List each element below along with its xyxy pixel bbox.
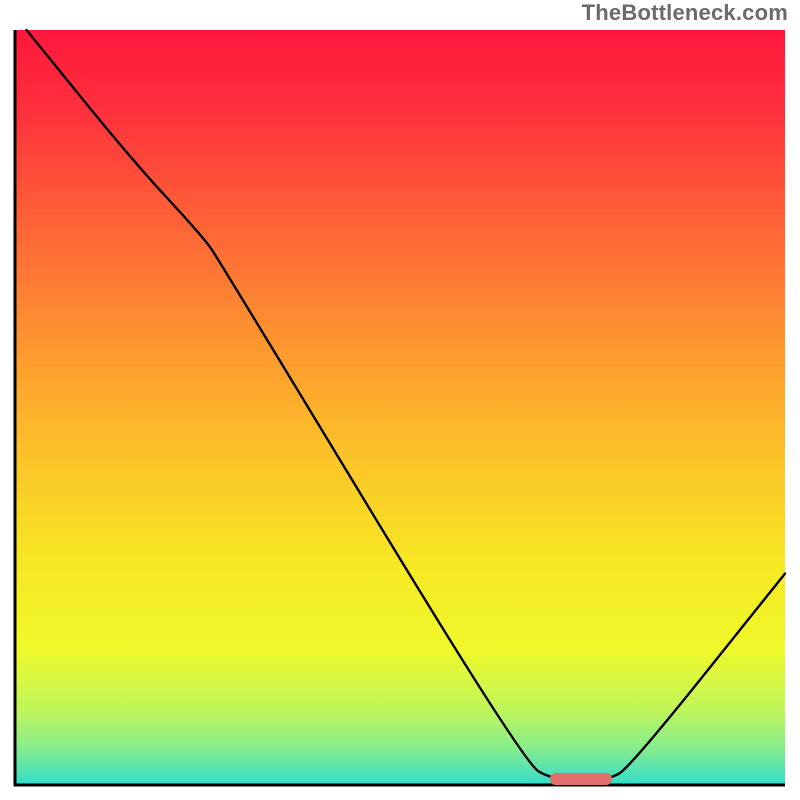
watermark-text: TheBottleneck.com bbox=[582, 0, 788, 26]
chart-container: TheBottleneck.com bbox=[0, 0, 800, 800]
bottleneck-chart bbox=[0, 0, 800, 800]
optimal-region-marker bbox=[550, 773, 612, 785]
plot-background bbox=[15, 30, 785, 785]
